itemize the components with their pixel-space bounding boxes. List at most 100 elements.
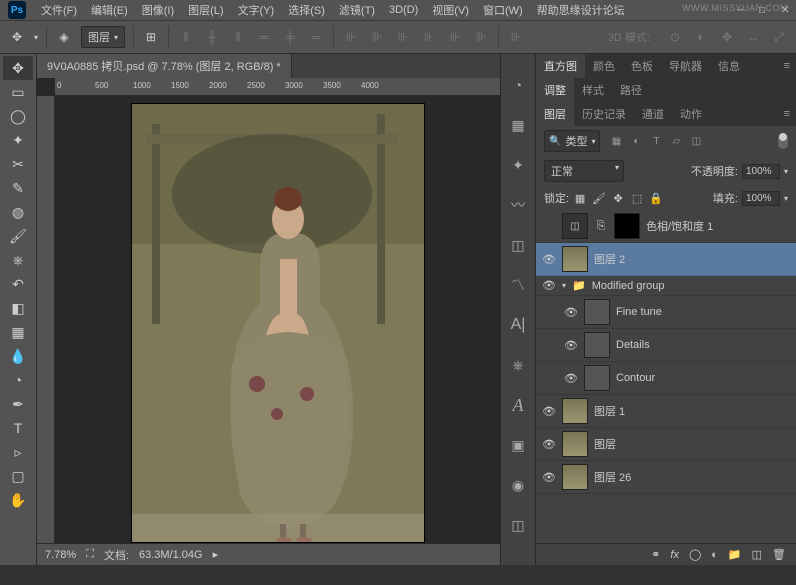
lasso-tool[interactable]: ◯: [3, 104, 33, 128]
status-arrow-icon[interactable]: ▸: [213, 548, 219, 561]
layer-row[interactable]: 👁 图层 2: [536, 243, 796, 276]
layer-name[interactable]: 图层: [594, 436, 616, 452]
menu-window[interactable]: 窗口(W): [476, 2, 530, 18]
dock-properties-icon[interactable]: ✦: [507, 154, 529, 176]
gradient-tool[interactable]: ▦: [3, 320, 33, 344]
auto-select-icon[interactable]: ◈: [55, 28, 73, 46]
lock-artboard-icon[interactable]: ⬚: [630, 192, 644, 205]
auto-select-dropdown[interactable]: 图层▾: [81, 26, 125, 48]
lock-transparent-icon[interactable]: ▦: [573, 192, 587, 205]
distribute-3-icon[interactable]: ⊪: [394, 28, 412, 46]
3d-roll-icon[interactable]: ◐: [692, 28, 710, 46]
align-center-h-icon[interactable]: ╫: [203, 28, 221, 46]
visibility-icon[interactable]: 👁: [542, 438, 556, 451]
layer-row[interactable]: 👁 Fine tune: [536, 296, 796, 329]
lock-pixels-icon[interactable]: 🖌: [592, 192, 606, 205]
group-collapse-icon[interactable]: ▾: [562, 281, 566, 290]
canvas-viewport[interactable]: [55, 96, 500, 543]
align-right-icon[interactable]: ‖: [229, 28, 247, 46]
menu-filter[interactable]: 滤镜(T): [332, 2, 382, 18]
align-left-icon[interactable]: ‖: [177, 28, 195, 46]
layer-row[interactable]: 👁 图层 1: [536, 395, 796, 428]
align-bottom-icon[interactable]: ═: [307, 28, 325, 46]
dock-swatches-icon[interactable]: ◫: [507, 234, 529, 256]
path-select-tool[interactable]: ▹: [3, 440, 33, 464]
layer-name[interactable]: Contour: [616, 372, 655, 384]
layer-row-group[interactable]: 👁 ▾ 📁 Modified group: [536, 276, 796, 296]
tab-histogram[interactable]: 直方图: [536, 54, 585, 78]
menu-type[interactable]: 文字(Y): [231, 2, 282, 18]
pen-tool[interactable]: ✒: [3, 392, 33, 416]
dock-adjust-icon[interactable]: 〽: [507, 274, 529, 296]
filter-type-icon[interactable]: T: [649, 134, 663, 148]
document-tab[interactable]: 9V0A0885 拷贝.psd @ 7.78% (图层 2, RGB/8) *: [37, 54, 292, 78]
filter-smart-icon[interactable]: ◫: [689, 134, 703, 148]
type-tool[interactable]: T: [3, 416, 33, 440]
visibility-icon[interactable]: 👁: [542, 279, 556, 292]
fill-dropdown-icon[interactable]: ▾: [784, 194, 788, 203]
align-top-icon[interactable]: ═: [255, 28, 273, 46]
history-brush-tool[interactable]: ↶: [3, 272, 33, 296]
tab-layers[interactable]: 图层: [536, 102, 574, 126]
3d-pan-icon[interactable]: ✥: [718, 28, 736, 46]
visibility-icon[interactable]: 👁: [542, 405, 556, 418]
layer-name[interactable]: 图层 1: [594, 403, 625, 419]
brush-tool[interactable]: 🖌: [3, 224, 33, 248]
adjustment-icon[interactable]: ◐: [711, 549, 718, 561]
menu-edit[interactable]: 编辑(E): [84, 2, 135, 18]
layers-panel-menu-icon[interactable]: ≡: [778, 108, 796, 120]
tab-adjustments[interactable]: 调整: [536, 78, 574, 102]
dock-actions-icon[interactable]: ▦: [507, 114, 529, 136]
layer-row[interactable]: 👁 图层: [536, 428, 796, 461]
tab-color[interactable]: 颜色: [585, 54, 623, 78]
lock-position-icon[interactable]: ✥: [611, 192, 625, 205]
eyedropper-tool[interactable]: ✎: [3, 176, 33, 200]
dock-clone-icon[interactable]: ⎈: [507, 354, 529, 376]
dock-char-icon[interactable]: A|: [507, 314, 529, 336]
menu-select[interactable]: 选择(S): [281, 2, 332, 18]
zoom-value[interactable]: 7.78%: [45, 549, 76, 561]
filter-toggle[interactable]: [778, 133, 788, 149]
panel-menu-icon[interactable]: ≡: [778, 60, 796, 72]
preset-dropdown-icon[interactable]: ▾: [34, 33, 38, 42]
mask-icon[interactable]: ◯: [689, 548, 701, 561]
layer-name[interactable]: Fine tune: [616, 306, 662, 318]
lock-all-icon[interactable]: 🔒: [649, 192, 663, 205]
fill-input[interactable]: [742, 191, 780, 206]
layer-row[interactable]: 👁 图层 26: [536, 461, 796, 494]
transform-controls-icon[interactable]: ⊞: [142, 28, 160, 46]
more-distribute-icon[interactable]: ⊪: [507, 28, 525, 46]
move-tool[interactable]: ✥: [3, 56, 33, 80]
tab-actions[interactable]: 动作: [672, 102, 710, 126]
tab-navigator[interactable]: 导航器: [661, 54, 710, 78]
filter-shape-icon[interactable]: ▱: [669, 134, 683, 148]
group-icon[interactable]: 📁: [728, 548, 742, 561]
tab-channels[interactable]: 通道: [634, 102, 672, 126]
tab-swatches[interactable]: 色板: [623, 54, 661, 78]
dock-layercomp-icon[interactable]: ▣: [507, 434, 529, 456]
fx-icon[interactable]: fx: [670, 549, 679, 561]
dock-brushes-icon[interactable]: 〰: [507, 194, 529, 216]
layer-row[interactable]: 👁 Details: [536, 329, 796, 362]
layer-row[interactable]: ◫ ⎘ 色相/饱和度 1: [536, 210, 796, 243]
blur-tool[interactable]: 💧: [3, 344, 33, 368]
clone-stamp-tool[interactable]: ⎈: [3, 248, 33, 272]
layer-name[interactable]: 图层 2: [594, 251, 625, 267]
align-center-v-icon[interactable]: ╪: [281, 28, 299, 46]
dodge-tool[interactable]: ◔: [3, 368, 33, 392]
tab-info[interactable]: 信息: [710, 54, 748, 78]
layer-name[interactable]: Details: [616, 339, 650, 351]
tab-paths[interactable]: 路径: [612, 78, 650, 102]
menu-3d[interactable]: 3D(D): [382, 4, 425, 16]
tab-styles[interactable]: 样式: [574, 78, 612, 102]
opacity-dropdown-icon[interactable]: ▾: [784, 167, 788, 176]
new-layer-icon[interactable]: ◫: [752, 548, 762, 561]
shape-tool[interactable]: ▢: [3, 464, 33, 488]
marquee-tool[interactable]: ▭: [3, 80, 33, 104]
distribute-2-icon[interactable]: ⊪: [368, 28, 386, 46]
healing-brush-tool[interactable]: ◍: [3, 200, 33, 224]
layer-filter-dropdown[interactable]: 🔍 类型 ▾: [544, 130, 600, 152]
distribute-4-icon[interactable]: ⊪: [420, 28, 438, 46]
3d-orbit-icon[interactable]: ⊙: [666, 28, 684, 46]
3d-slide-icon[interactable]: ↔: [744, 28, 762, 46]
